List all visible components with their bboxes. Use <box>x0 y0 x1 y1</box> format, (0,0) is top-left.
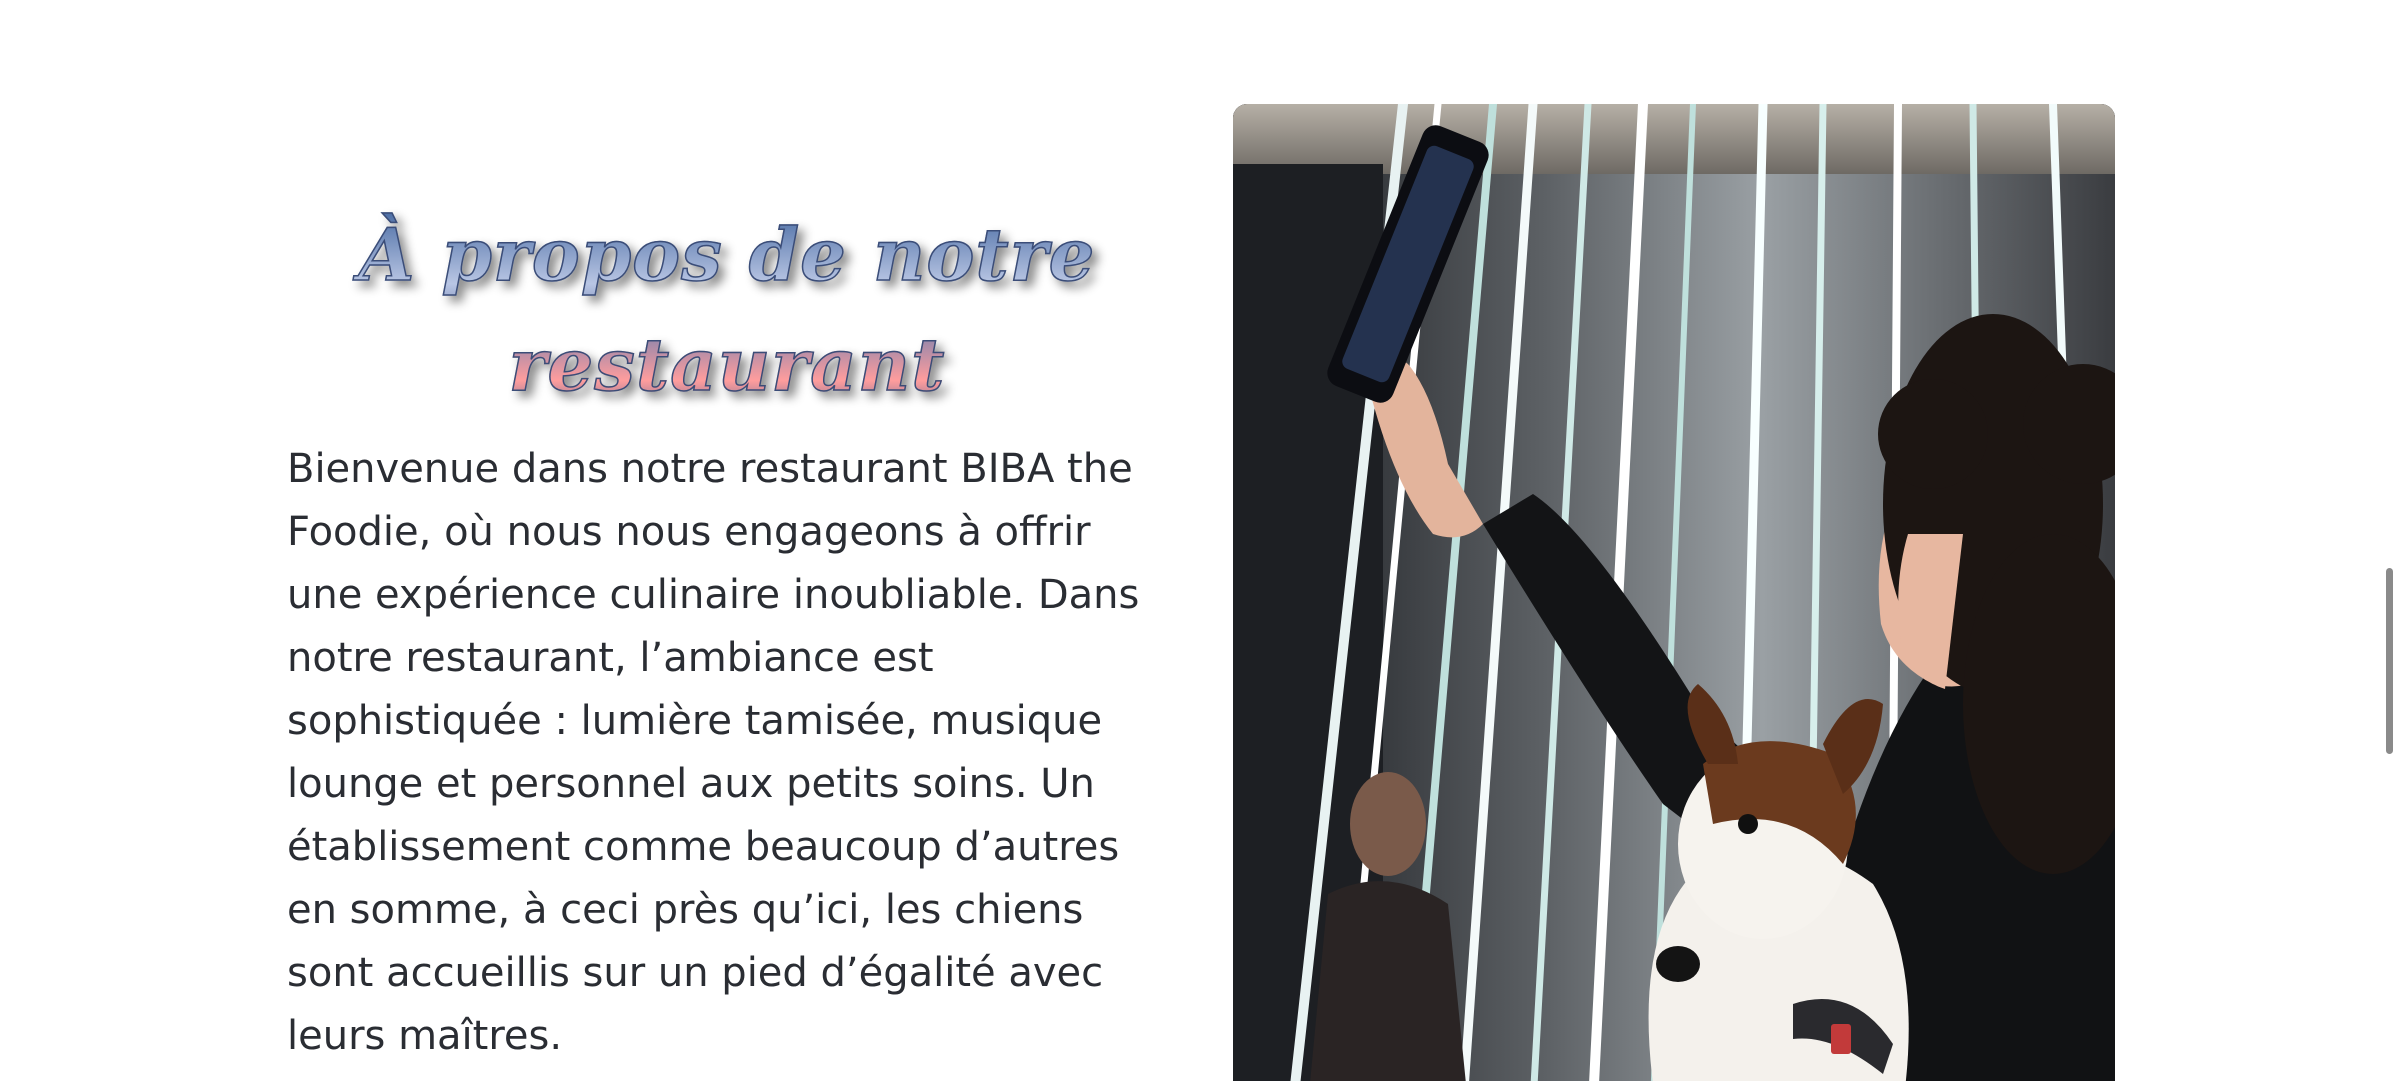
scrollbar-thumb[interactable] <box>2386 568 2393 754</box>
restaurant-photo <box>1233 104 2115 1081</box>
about-title: À propos de notre restaurant <box>287 200 1167 420</box>
photo-illustration <box>1233 104 2115 1081</box>
about-description: Bienvenue dans notre restaurant BIBA the… <box>287 446 1140 1059</box>
about-text-column: À propos de notre restaurant Bienvenue d… <box>287 200 1167 1068</box>
about-section: À propos de notre restaurant Bienvenue d… <box>0 0 2401 1081</box>
